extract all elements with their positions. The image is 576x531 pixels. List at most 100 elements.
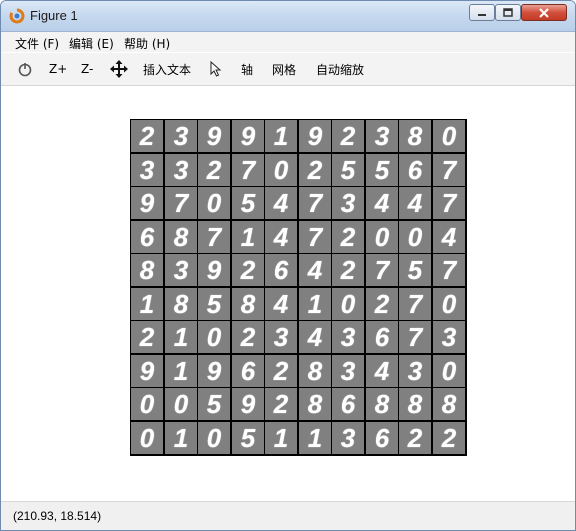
digit-glyph: 3 bbox=[139, 155, 155, 185]
digit-cell: 2 bbox=[332, 120, 364, 152]
digit-cell: 0 bbox=[198, 321, 230, 353]
digit-glyph: 8 bbox=[173, 222, 189, 252]
digit-cell: 3 bbox=[366, 120, 398, 152]
digit-cell: 1 bbox=[232, 221, 264, 253]
digit-cell: 4 bbox=[265, 187, 297, 219]
digit-cell: 2 bbox=[232, 254, 264, 286]
menu-help[interactable]: 帮助 (H) bbox=[124, 35, 170, 52]
digit-cell: 3 bbox=[399, 355, 431, 387]
digit-cell: 9 bbox=[299, 120, 331, 152]
digit-cell: 0 bbox=[131, 388, 163, 420]
digit-glyph: 4 bbox=[407, 188, 423, 218]
digit-glyph: 4 bbox=[273, 188, 289, 218]
reset-view-button[interactable] bbox=[17, 53, 33, 85]
digit-glyph: 5 bbox=[206, 289, 222, 319]
app-icon bbox=[9, 8, 25, 24]
digit-glyph: 8 bbox=[240, 289, 256, 319]
digit-glyph: 9 bbox=[206, 255, 222, 285]
digit-glyph: 1 bbox=[173, 322, 189, 352]
digit-glyph: 2 bbox=[340, 121, 356, 151]
digit-glyph: 1 bbox=[240, 222, 256, 252]
digit-glyph: 0 bbox=[206, 423, 222, 453]
close-button[interactable] bbox=[521, 4, 567, 21]
digit-glyph: 1 bbox=[173, 423, 189, 453]
auto-zoom-button[interactable]: 自动缩放 bbox=[316, 53, 364, 85]
digit-glyph: 3 bbox=[173, 255, 189, 285]
digit-cell: 7 bbox=[299, 221, 331, 253]
menu-file[interactable]: 文件 (F) bbox=[15, 35, 59, 52]
digit-glyph: 7 bbox=[441, 155, 457, 185]
digit-cell: 9 bbox=[131, 187, 163, 219]
digit-glyph: 8 bbox=[307, 389, 323, 419]
digit-cell: 3 bbox=[265, 321, 297, 353]
digit-glyph: 9 bbox=[240, 121, 256, 151]
digit-cell: 0 bbox=[131, 422, 163, 454]
toolbar: Z+ Z- 插入文本 轴 网格 自动缩放 bbox=[1, 53, 575, 86]
maximize-icon bbox=[503, 8, 513, 17]
digit-cell: 7 bbox=[433, 154, 465, 186]
digit-glyph: 5 bbox=[374, 155, 390, 185]
digit-cell: 1 bbox=[265, 422, 297, 454]
digit-glyph: 8 bbox=[407, 121, 423, 151]
digit-glyph: 1 bbox=[273, 121, 289, 151]
insert-text-button[interactable]: 插入文本 bbox=[143, 53, 191, 85]
digit-cell: 8 bbox=[399, 388, 431, 420]
digit-glyph: 0 bbox=[441, 121, 457, 151]
digit-cell: 6 bbox=[265, 254, 297, 286]
digit-glyph: 8 bbox=[441, 389, 457, 419]
digit-cell: 7 bbox=[433, 187, 465, 219]
digit-glyph: 5 bbox=[206, 389, 222, 419]
zoom-in-button[interactable]: Z+ bbox=[49, 53, 67, 85]
digit-cell: 1 bbox=[165, 422, 197, 454]
digit-cell: 1 bbox=[299, 288, 331, 320]
digit-glyph: 7 bbox=[407, 289, 423, 319]
digit-glyph: 3 bbox=[340, 322, 356, 352]
digit-cell: 1 bbox=[165, 355, 197, 387]
maximize-button[interactable] bbox=[495, 4, 521, 21]
digit-cell: 6 bbox=[232, 355, 264, 387]
digit-glyph: 2 bbox=[206, 155, 222, 185]
digit-glyph: 9 bbox=[206, 356, 222, 386]
digit-cell: 5 bbox=[366, 154, 398, 186]
minimize-button[interactable] bbox=[469, 4, 495, 21]
digit-cell: 7 bbox=[399, 288, 431, 320]
digit-glyph: 7 bbox=[374, 255, 390, 285]
digit-glyph: 3 bbox=[273, 322, 289, 352]
digit-glyph: 6 bbox=[240, 356, 256, 386]
digit-cell: 4 bbox=[399, 187, 431, 219]
plot-canvas[interactable]: 2399192380332702556797054734476871472004… bbox=[1, 86, 575, 501]
close-icon bbox=[539, 7, 549, 18]
select-button[interactable] bbox=[210, 53, 222, 85]
digit-glyph: 4 bbox=[374, 188, 390, 218]
menu-edit[interactable]: 编辑 (E) bbox=[69, 35, 114, 52]
pan-button[interactable] bbox=[110, 53, 128, 85]
digit-glyph: 9 bbox=[139, 356, 155, 386]
digit-cell: 3 bbox=[332, 187, 364, 219]
digit-cell: 4 bbox=[433, 221, 465, 253]
digit-cell: 8 bbox=[399, 120, 431, 152]
digit-cell: 3 bbox=[131, 154, 163, 186]
digit-cell: 2 bbox=[332, 254, 364, 286]
digit-glyph: 8 bbox=[374, 389, 390, 419]
digit-glyph: 0 bbox=[407, 222, 423, 252]
digit-glyph: 2 bbox=[240, 255, 256, 285]
digit-cell: 3 bbox=[165, 254, 197, 286]
digit-cell: 3 bbox=[165, 154, 197, 186]
digit-cell: 2 bbox=[198, 154, 230, 186]
title-bar[interactable]: Figure 1 bbox=[1, 1, 575, 32]
digit-glyph: 0 bbox=[206, 188, 222, 218]
digit-cell: 6 bbox=[399, 154, 431, 186]
digit-cell: 2 bbox=[433, 422, 465, 454]
digit-glyph: 5 bbox=[407, 255, 423, 285]
digit-cell: 0 bbox=[433, 120, 465, 152]
axis-button[interactable]: 轴 bbox=[241, 53, 253, 85]
digit-glyph: 1 bbox=[307, 423, 323, 453]
digit-glyph: 0 bbox=[206, 322, 222, 352]
digit-glyph: 7 bbox=[307, 188, 323, 218]
digit-cell: 5 bbox=[399, 254, 431, 286]
window-title: Figure 1 bbox=[30, 8, 78, 23]
digit-cell: 3 bbox=[165, 120, 197, 152]
grid-button[interactable]: 网格 bbox=[272, 53, 296, 85]
digit-image-grid: 2399192380332702556797054734476871472004… bbox=[130, 119, 467, 456]
zoom-out-button[interactable]: Z- bbox=[81, 53, 93, 85]
